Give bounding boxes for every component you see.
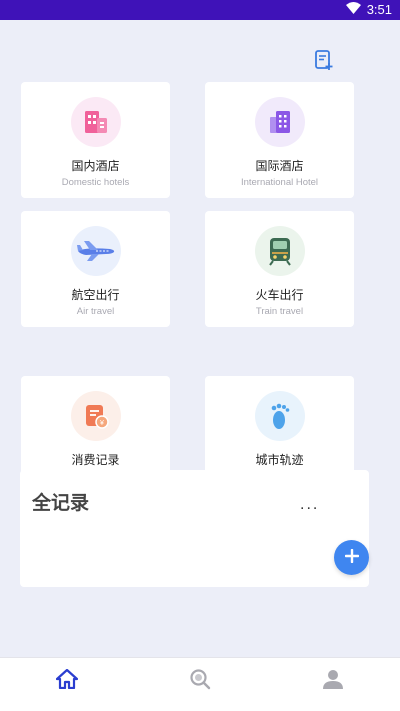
card-subtitle: Air travel [76,306,115,317]
card-title: 火车出行 [255,288,304,302]
office-building-icon [254,97,305,147]
status-time: 3:51 [366,2,392,17]
wifi-icon [345,2,361,17]
home-icon [55,668,79,693]
footprint-icon [254,391,305,441]
card-air-travel[interactable]: 航空出行 Air travel [21,211,170,327]
card-train-travel[interactable]: 火车出行 Train travel [205,211,354,327]
records-sheet: 全记录 ... [20,470,369,587]
card-subtitle: Domestic hotels [61,177,130,188]
plus-icon [344,548,359,567]
nav-profile[interactable] [320,668,346,694]
nav-search[interactable] [187,668,213,694]
card-title: 航空出行 [71,288,120,302]
card-subtitle: International Hotel [240,177,319,188]
card-international-hotel[interactable]: 国际酒店 International Hotel [205,82,354,198]
airplane-icon [70,226,121,276]
document-add-button[interactable] [312,50,336,74]
search-icon [189,668,211,694]
add-record-button[interactable] [334,540,369,575]
svg-text:¥: ¥ [100,420,104,427]
train-icon [254,226,305,276]
document-add-icon [314,49,334,75]
card-title: 城市轨迹 [255,453,304,467]
card-domestic-hotels[interactable]: 国内酒店 Domestic hotels [21,82,170,198]
nav-home[interactable] [54,668,80,694]
card-title: 国际酒店 [255,159,304,173]
card-title: 国内酒店 [71,159,120,173]
card-subtitle: Train travel [255,306,304,317]
status-bar: 3:51 [0,0,400,20]
sheet-title: 全记录 [32,492,90,514]
hotel-building-icon [70,97,121,147]
receipt-icon: ¥ [70,391,121,441]
more-button[interactable]: ... [300,496,319,514]
card-title: 消费记录 [71,453,120,467]
bottom-nav [0,657,400,711]
status-right: 3:51 [345,2,392,17]
user-icon [322,668,344,694]
